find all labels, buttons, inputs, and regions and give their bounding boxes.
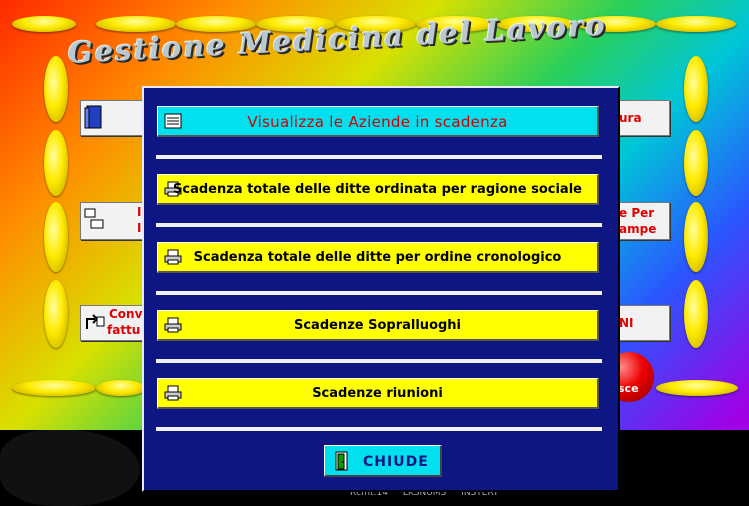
yellow-ellipse <box>656 380 738 396</box>
expiry-by-name-button[interactable]: Scadenza totale delle ditte ordinata per… <box>157 174 599 205</box>
separator <box>156 359 602 363</box>
expiry-chronological-button[interactable]: Scadenza totale delle ditte per ordine c… <box>157 242 599 273</box>
close-button[interactable]: CHIUDE <box>324 445 442 477</box>
yellow-ellipse <box>96 380 146 396</box>
yellow-ellipse <box>684 56 708 122</box>
yellow-ellipse <box>12 380 96 396</box>
yellow-ellipse <box>44 202 68 272</box>
meetings-expiry-button[interactable]: Scadenze riunioni <box>157 378 599 409</box>
yellow-ellipse <box>12 16 76 32</box>
yellow-ellipse <box>684 202 708 272</box>
yellow-ellipse <box>44 130 68 196</box>
yellow-ellipse <box>44 280 68 348</box>
dark-blob <box>0 430 140 506</box>
export-icon <box>83 309 105 335</box>
inspections-expiry-button[interactable]: Scadenze Sopralluoghi <box>157 310 599 341</box>
yellow-ellipse <box>684 280 708 348</box>
view-expiring-companies-button[interactable]: Visualizza le Aziende in scadenza <box>157 106 599 137</box>
yellow-ellipse <box>684 130 708 196</box>
separator <box>156 155 602 159</box>
separator <box>156 427 602 431</box>
grid-icon <box>83 206 105 232</box>
expiry-dialog: Visualizza le Aziende in scadenza Scaden… <box>142 86 620 492</box>
separator <box>156 291 602 295</box>
separator <box>156 223 602 227</box>
yellow-ellipse <box>96 16 176 32</box>
book-icon <box>83 104 105 130</box>
yellow-ellipse <box>44 56 68 122</box>
door-exit-icon <box>333 451 351 471</box>
